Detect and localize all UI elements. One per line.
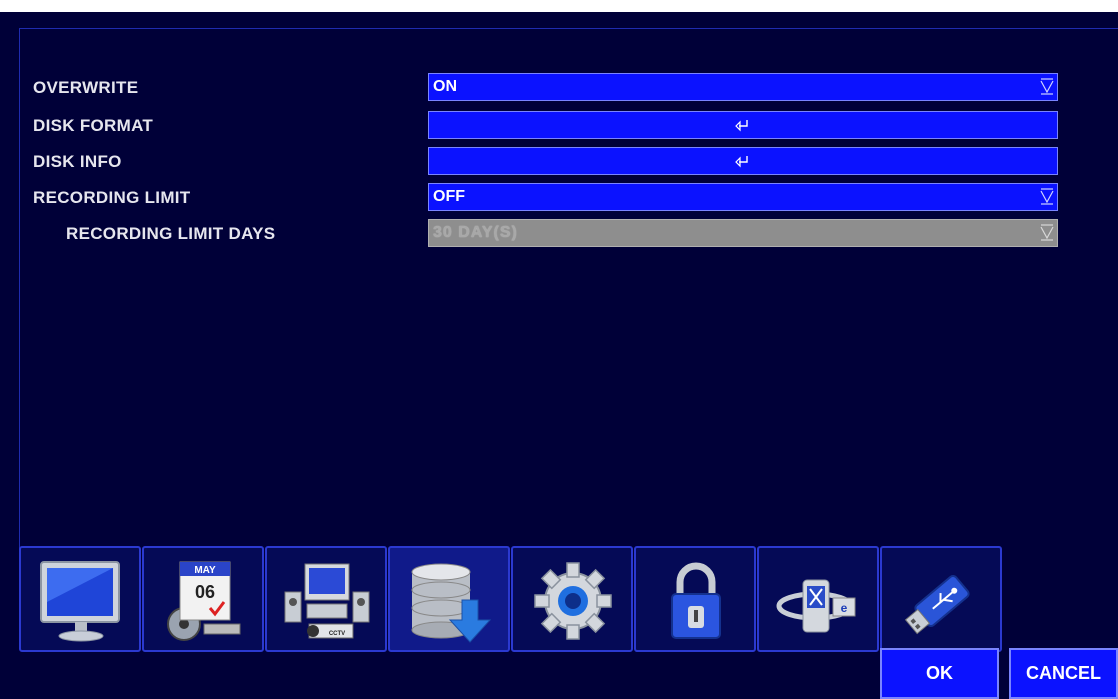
disk-info-row: DISK INFO (20, 147, 1118, 177)
disk-info-label: DISK INFO (33, 152, 122, 171)
calendar-month: MAY (194, 565, 216, 576)
recording-limit-value: OFF (433, 188, 465, 205)
recording-limit-days-label: RECORDING LIMIT DAYS (66, 224, 276, 243)
usb-drive-icon (904, 574, 970, 635)
camera-badge: CCTV (329, 631, 345, 637)
tab-display[interactable] (19, 546, 141, 652)
cancel-button[interactable]: CANCEL (1009, 648, 1118, 699)
dropdown-arrow-icon (1040, 188, 1054, 205)
recording-limit-row: RECORDING LIMIT OFF (20, 183, 1118, 213)
recording-limit-days-value: 30 DAY(S) (433, 224, 518, 241)
disk-format-button[interactable] (428, 111, 1058, 139)
dropdown-arrow-icon (1040, 224, 1054, 241)
device-camera-icon: CCTV (284, 563, 370, 639)
calendar-schedule-icon: MAY 06 (167, 561, 241, 641)
disk-format-row: DISK FORMAT (20, 111, 1118, 141)
gear-icon (534, 562, 612, 640)
network-badge: e (841, 601, 848, 615)
recording-limit-days-dropdown[interactable]: 30 DAY(S) (428, 219, 1058, 247)
padlock-icon (671, 562, 721, 639)
ok-button[interactable]: OK (880, 648, 999, 699)
storage-disk-icon (411, 563, 492, 643)
overwrite-label: OVERWRITE (33, 78, 139, 97)
overwrite-dropdown[interactable]: ON (428, 73, 1058, 101)
recording-limit-days-row: RECORDING LIMIT DAYS 30 DAY(S) (20, 219, 1118, 249)
tab-security[interactable] (634, 546, 756, 652)
tab-device[interactable]: CCTV (265, 546, 387, 652)
monitor-icon (40, 561, 120, 642)
overwrite-value: ON (433, 78, 457, 95)
dropdown-arrow-icon (1040, 78, 1054, 95)
network-globe-icon: e (776, 579, 856, 633)
dvr-screen: OVERWRITE ON DISK FORMAT DISK INFO RECOR… (0, 12, 1118, 699)
tab-configuration[interactable] (511, 546, 633, 652)
disk-format-label: DISK FORMAT (33, 116, 154, 135)
storage-settings-panel: OVERWRITE ON DISK FORMAT DISK INFO RECOR… (19, 28, 1118, 549)
tab-storage[interactable] (388, 546, 510, 652)
disk-info-button[interactable] (428, 147, 1058, 175)
tab-usb[interactable] (880, 546, 1002, 652)
enter-icon (735, 156, 748, 168)
recording-limit-label: RECORDING LIMIT (33, 188, 191, 207)
tab-schedule[interactable]: MAY 06 (142, 546, 264, 652)
tab-network[interactable]: e (757, 546, 879, 652)
recording-limit-dropdown[interactable]: OFF (428, 183, 1058, 211)
calendar-day: 06 (195, 582, 215, 602)
enter-icon (735, 120, 748, 132)
overwrite-row: OVERWRITE ON (20, 73, 1118, 103)
